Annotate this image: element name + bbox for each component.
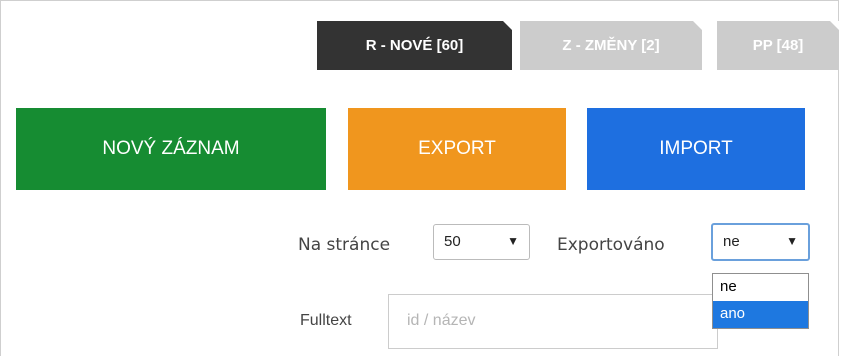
exported-select[interactable]: ne ▼ (711, 223, 810, 261)
import-button[interactable]: IMPORT (587, 108, 805, 190)
dropdown-option-ano[interactable]: ano (713, 301, 808, 328)
new-record-button[interactable]: NOVÝ ZÁZNAM (16, 108, 326, 190)
tab-corner-fold (693, 21, 702, 30)
tab-pp[interactable]: PP [48] (717, 21, 839, 70)
import-button-label: IMPORT (659, 138, 733, 159)
export-button[interactable]: EXPORT (348, 108, 566, 190)
tab-corner-fold (830, 21, 839, 30)
fulltext-input[interactable] (405, 305, 709, 337)
tab-bar: R - NOVÉ [60] Z - ZMĚNY [2] PP [48] (0, 21, 841, 70)
tab-corner-fold (503, 21, 512, 30)
exported-label: Exportováno (557, 235, 665, 255)
chevron-down-icon: ▼ (507, 234, 519, 248)
tab-r-nove[interactable]: R - NOVÉ [60] (317, 21, 512, 70)
export-button-label: EXPORT (418, 138, 496, 159)
tab-label: PP [48] (752, 37, 804, 54)
per-page-label: Na stránce (298, 235, 391, 255)
tab-label: Z - ZMĚNY [2] (562, 37, 660, 54)
per-page-value: 50 (444, 233, 461, 250)
fulltext-field (388, 294, 718, 349)
per-page-select[interactable]: 50 ▼ (433, 224, 530, 260)
tab-z-zmeny[interactable]: Z - ZMĚNY [2] (520, 21, 702, 70)
exported-dropdown-list: ne ano (712, 273, 809, 329)
exported-value: ne (723, 233, 740, 250)
new-record-button-label: NOVÝ ZÁZNAM (102, 138, 240, 159)
chevron-down-icon: ▼ (786, 234, 798, 248)
dropdown-option-ne[interactable]: ne (713, 274, 808, 301)
tab-label: R - NOVÉ [60] (365, 37, 464, 54)
fulltext-label: Fulltext (300, 312, 352, 329)
